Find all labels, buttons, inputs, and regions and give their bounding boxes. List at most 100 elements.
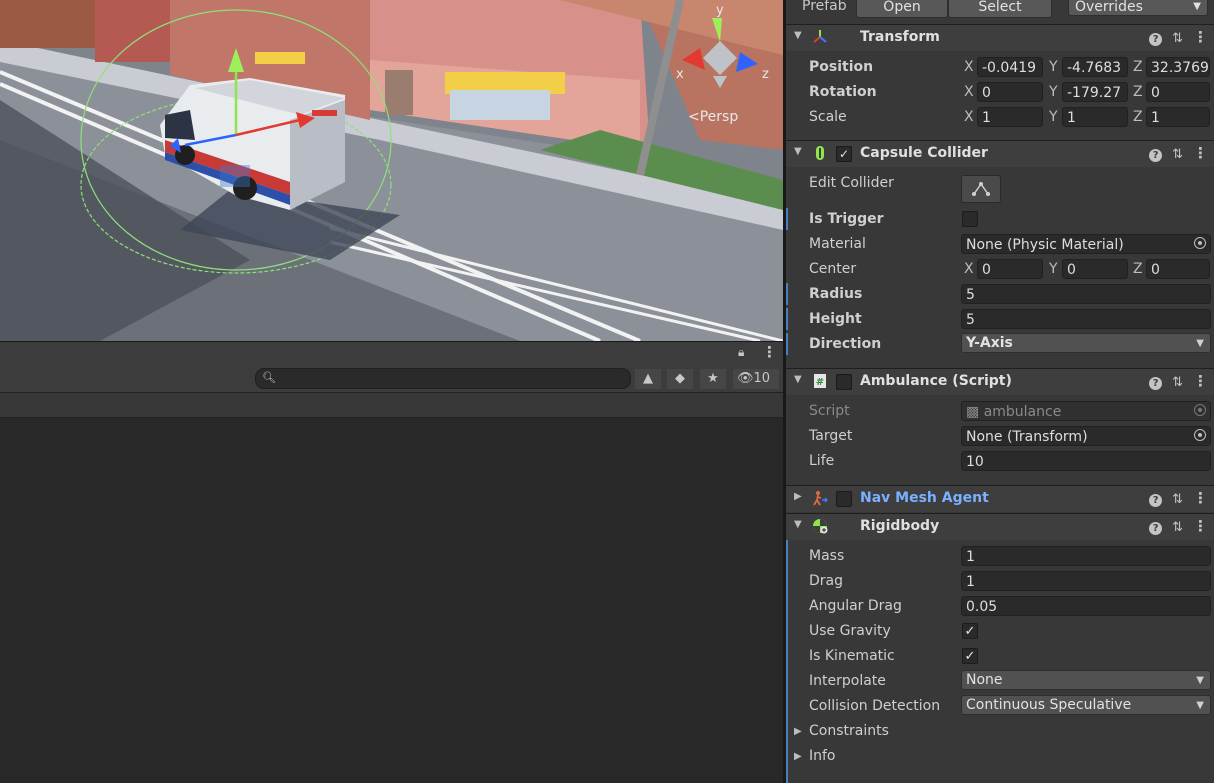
prefab-open-button[interactable]: Open	[856, 0, 948, 18]
prefab-select-button[interactable]: Select	[948, 0, 1052, 18]
object-picker-icon[interactable]	[1194, 237, 1206, 249]
component-menu-icon[interactable]: ⋮	[1193, 28, 1208, 46]
height-field[interactable]: 5	[961, 309, 1211, 329]
hidden-count: 10	[753, 371, 771, 386]
prefab-overrides-dropdown[interactable]: Overrides ▼	[1068, 0, 1208, 16]
panel-menu-icon[interactable]: ⋮	[762, 343, 777, 361]
scene-view[interactable]: y x z <Persp	[0, 0, 783, 341]
center-y-axis[interactable]: Y	[1049, 261, 1058, 277]
scale-x-axis[interactable]: X	[964, 109, 974, 125]
collision-detection-dropdown[interactable]: Continuous Speculative ▼	[961, 695, 1211, 715]
help-icon[interactable]: ?	[1149, 149, 1163, 162]
rotation-y-field[interactable]: -179.27	[1062, 82, 1128, 102]
component-menu-icon[interactable]: ⋮	[1193, 517, 1208, 535]
eye-slash-icon: 👁︎	[737, 371, 754, 386]
nav-mesh-agent-header[interactable]: ▶ Nav Mesh Agent ? ⇅ ⋮	[786, 485, 1214, 512]
component-enabled-checkbox[interactable]	[836, 491, 852, 507]
is-trigger-checkbox[interactable]	[962, 211, 978, 227]
svg-text:z: z	[762, 67, 769, 82]
rotation-y-axis[interactable]: Y	[1049, 84, 1058, 100]
chevron-down-icon: ▼	[1196, 338, 1204, 349]
center-x-axis[interactable]: X	[964, 261, 974, 277]
center-y-field[interactable]: 0	[1062, 259, 1128, 279]
position-z-field[interactable]: 32.3769	[1146, 57, 1210, 77]
edit-collider-icon	[972, 182, 990, 196]
script-value: ambulance	[983, 404, 1062, 420]
angular-drag-field[interactable]: 0.05	[961, 596, 1211, 616]
rotation-z-axis[interactable]: Z	[1133, 84, 1143, 100]
interpolate-label: Interpolate	[809, 673, 886, 689]
position-y-axis[interactable]: Y	[1049, 59, 1058, 75]
collapse-arrow-icon[interactable]: ▼	[794, 146, 802, 157]
mass-field[interactable]: 1	[961, 546, 1211, 566]
presets-icon[interactable]: ⇅	[1172, 375, 1183, 390]
position-x-axis[interactable]: X	[964, 59, 974, 75]
interpolate-value: None	[966, 672, 1003, 688]
panel-content	[0, 418, 783, 783]
component-menu-icon[interactable]: ⋮	[1193, 144, 1208, 162]
position-z-axis[interactable]: Z	[1133, 59, 1143, 75]
collapse-arrow-icon[interactable]: ▼	[794, 30, 802, 41]
scale-z-axis[interactable]: Z	[1133, 109, 1143, 125]
rigidbody-header[interactable]: ▼ Rigidbody ? ⇅ ⋮	[786, 513, 1214, 540]
target-field[interactable]: None (Transform)	[961, 426, 1211, 446]
capsule-collider-header[interactable]: ▼ ✓ Capsule Collider ? ⇅ ⋮	[786, 140, 1214, 167]
constraints-foldout[interactable]: Constraints	[809, 723, 889, 739]
transform-header[interactable]: ▼ Transform ? ⇅ ⋮	[786, 24, 1214, 51]
expand-arrow-icon[interactable]: ▶	[794, 751, 802, 762]
center-z-field[interactable]: 0	[1146, 259, 1210, 279]
rotation-z-field[interactable]: 0	[1146, 82, 1210, 102]
presets-icon[interactable]: ⇅	[1172, 31, 1183, 46]
scale-z-field[interactable]: 1	[1146, 107, 1210, 127]
radius-field[interactable]: 5	[961, 284, 1211, 304]
use-gravity-checkbox[interactable]: ✓	[962, 623, 978, 639]
mass-label: Mass	[809, 548, 845, 564]
search-input[interactable]: 🔍︎	[255, 368, 631, 389]
direction-dropdown[interactable]: Y-Axis ▼	[961, 333, 1211, 353]
component-enabled-checkbox[interactable]	[836, 374, 852, 390]
help-icon[interactable]: ?	[1149, 377, 1163, 390]
filter-by-label-icon[interactable]: ◆	[667, 369, 693, 389]
center-z-axis[interactable]: Z	[1133, 261, 1143, 277]
help-icon[interactable]: ?	[1149, 33, 1163, 46]
position-x-field[interactable]: -0.0419	[977, 57, 1043, 77]
scene-render[interactable]: y x z	[0, 0, 783, 341]
center-x-field[interactable]: 0	[977, 259, 1043, 279]
edit-collider-button[interactable]	[961, 175, 1001, 203]
interpolate-dropdown[interactable]: None ▼	[961, 670, 1211, 690]
rotation-x-field[interactable]: 0	[977, 82, 1043, 102]
rotation-x-axis[interactable]: X	[964, 84, 974, 100]
nav-mesh-agent-icon	[813, 491, 828, 506]
projection-toggle[interactable]: <Persp	[688, 109, 738, 125]
material-field[interactable]: None (Physic Material)	[961, 234, 1211, 254]
filter-by-type-icon[interactable]: ▲	[635, 369, 661, 389]
lock-icon[interactable]: 🔒︎	[738, 345, 744, 360]
drag-field[interactable]: 1	[961, 571, 1211, 591]
scale-x-field[interactable]: 1	[977, 107, 1043, 127]
collapse-arrow-icon[interactable]: ▼	[794, 519, 802, 530]
hidden-objects-toggle[interactable]: 👁︎10	[733, 369, 779, 389]
component-menu-icon[interactable]: ⋮	[1193, 489, 1208, 507]
scale-y-field[interactable]: 1	[1062, 107, 1128, 127]
is-kinematic-checkbox[interactable]: ✓	[962, 648, 978, 664]
presets-icon[interactable]: ⇅	[1172, 147, 1183, 162]
life-field[interactable]: 10	[961, 451, 1211, 471]
info-foldout[interactable]: Info	[809, 748, 836, 764]
position-y-field[interactable]: -4.7683	[1062, 57, 1128, 77]
component-menu-icon[interactable]: ⋮	[1193, 372, 1208, 390]
favorites-star-icon[interactable]: ★	[700, 369, 726, 389]
scale-y-axis[interactable]: Y	[1049, 109, 1058, 125]
expand-arrow-icon[interactable]: ▶	[794, 726, 802, 737]
collapse-arrow-icon[interactable]: ▼	[794, 374, 802, 385]
ambulance-script-header[interactable]: ▼ # Ambulance (Script) ? ⇅ ⋮	[786, 368, 1214, 395]
expand-arrow-icon[interactable]: ▶	[794, 491, 802, 502]
presets-icon[interactable]: ⇅	[1172, 520, 1183, 535]
help-icon[interactable]: ?	[1149, 494, 1163, 507]
component-enabled-checkbox[interactable]: ✓	[836, 146, 852, 162]
object-picker-icon[interactable]	[1194, 429, 1206, 441]
script-field: ▩ ambulance	[961, 401, 1211, 421]
collision-detection-label: Collision Detection	[809, 698, 941, 714]
help-icon[interactable]: ?	[1149, 522, 1163, 535]
panel-tab-bar	[0, 341, 783, 365]
presets-icon[interactable]: ⇅	[1172, 492, 1183, 507]
